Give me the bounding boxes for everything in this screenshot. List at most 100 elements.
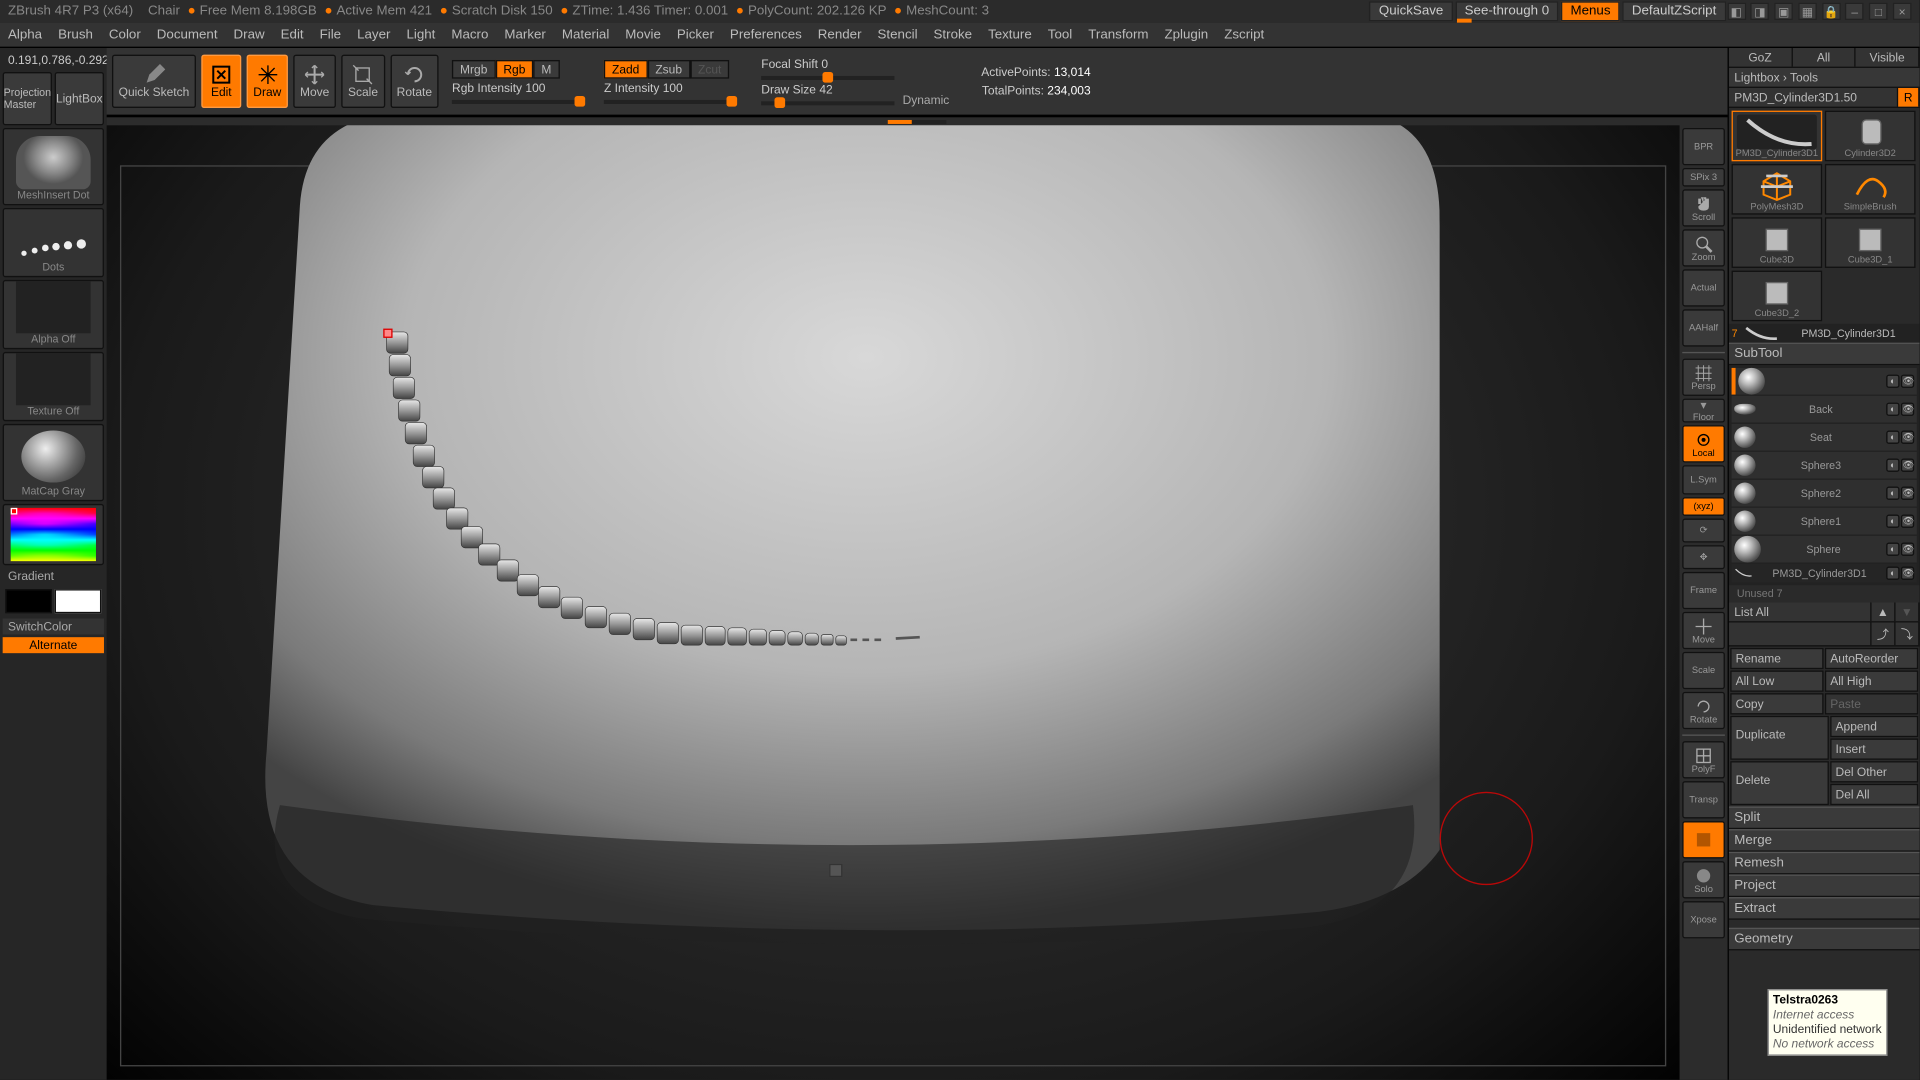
zsub-button[interactable]: Zsub (647, 59, 690, 78)
tool-item[interactable]: Cube3D (1732, 217, 1823, 268)
tool-name-field[interactable]: PM3D_Cylinder3D1.50 (1729, 88, 1898, 107)
m-button[interactable]: M (533, 59, 559, 78)
autoreorder-button[interactable]: AutoReorder (1825, 648, 1918, 669)
del-other-button[interactable]: Del Other (1830, 761, 1918, 782)
menu-brush[interactable]: Brush (58, 27, 93, 42)
rename-button[interactable]: Rename (1730, 648, 1823, 669)
zcut-button[interactable]: Zcut (690, 59, 729, 78)
menu-marker[interactable]: Marker (504, 27, 545, 42)
menu-color[interactable]: Color (109, 27, 141, 42)
subtool-reorder-up-icon[interactable]: ⤴ (1872, 623, 1896, 646)
xyz-button[interactable]: (xyz) (1682, 497, 1725, 516)
tool-item[interactable]: Cylinder3D2 (1825, 111, 1916, 162)
extract-section[interactable]: Extract (1729, 897, 1920, 920)
menu-file[interactable]: File (320, 27, 341, 42)
layout-btn-3[interactable]: ▣ (1774, 3, 1793, 20)
tool-item[interactable]: Cube3D_2 (1732, 271, 1823, 322)
subtool-item[interactable]: Sphere2 ◐👁 (1732, 480, 1917, 507)
menu-preferences[interactable]: Preferences (730, 27, 802, 42)
append-button[interactable]: Append (1830, 716, 1918, 737)
dynamic-label[interactable]: Dynamic (903, 93, 950, 106)
material-selector[interactable]: MatCap Gray (3, 424, 104, 501)
close-icon[interactable]: × (1893, 3, 1912, 20)
split-section[interactable]: Split (1729, 806, 1920, 829)
quicksave-button[interactable]: QuickSave (1370, 1, 1453, 21)
menu-zplugin[interactable]: Zplugin (1165, 27, 1209, 42)
maximize-icon[interactable]: □ (1869, 3, 1888, 20)
breadcrumb[interactable]: Lightbox › Tools (1729, 68, 1920, 88)
edit-button[interactable]: Edit (201, 55, 241, 108)
remesh-section[interactable]: Remesh (1729, 852, 1920, 875)
insert-button[interactable]: Insert (1830, 738, 1918, 759)
menu-draw[interactable]: Draw (234, 27, 265, 42)
subtool-item[interactable]: Seat ◐👁 (1732, 424, 1917, 451)
rot-lock-button[interactable]: ⟳ (1682, 519, 1725, 543)
vis-toggle-icon[interactable]: 👁 (1901, 375, 1914, 388)
persp-button[interactable]: Persp (1682, 359, 1725, 396)
all-high-button[interactable]: All High (1825, 670, 1918, 691)
local-button[interactable]: Local (1682, 425, 1725, 462)
rgb-button[interactable]: Rgb (495, 59, 533, 78)
menu-document[interactable]: Document (157, 27, 218, 42)
merge-section[interactable]: Merge (1729, 829, 1920, 852)
move-button[interactable]: Move (293, 55, 336, 108)
layout-btn-1[interactable]: ◧ (1727, 3, 1746, 20)
del-all-button[interactable]: Del All (1830, 784, 1918, 805)
gizmo-handle[interactable] (829, 864, 842, 877)
layout-btn-2[interactable]: ◨ (1751, 3, 1770, 20)
zadd-button[interactable]: Zadd (604, 59, 647, 78)
menu-picker[interactable]: Picker (677, 27, 714, 42)
color-swatches[interactable] (3, 587, 104, 616)
subtool-item[interactable]: Back ◐👁 (1732, 396, 1917, 423)
texture-selector[interactable]: Texture Off (3, 352, 104, 421)
floor-button[interactable]: ▾Floor (1682, 399, 1725, 423)
subtool-item[interactable]: Sphere ◐👁 (1732, 536, 1917, 563)
stroke-selector[interactable]: Dots (3, 208, 104, 277)
menu-macro[interactable]: Macro (451, 27, 488, 42)
mrgb-button[interactable]: Mrgb (452, 59, 495, 78)
bpr-button[interactable]: BPR (1682, 128, 1725, 165)
frame-button[interactable]: Frame (1682, 572, 1725, 609)
menu-stencil[interactable]: Stencil (878, 27, 918, 42)
goz-all-button[interactable]: All (1792, 48, 1856, 67)
zscript-label[interactable]: DefaultZScript (1622, 1, 1725, 21)
subtool-header[interactable]: SubTool (1729, 343, 1920, 366)
ghost-button[interactable] (1682, 821, 1725, 858)
menu-movie[interactable]: Movie (625, 27, 661, 42)
menu-layer[interactable]: Layer (357, 27, 390, 42)
menu-texture[interactable]: Texture (988, 27, 1032, 42)
quicksketch-button[interactable]: Quick Sketch (112, 55, 196, 108)
project-section[interactable]: Project (1729, 874, 1920, 897)
menu-material[interactable]: Material (562, 27, 609, 42)
nav-rotate-button[interactable]: Rotate (1682, 692, 1725, 729)
all-low-button[interactable]: All Low (1730, 670, 1823, 691)
copy-button[interactable]: Copy (1730, 693, 1823, 714)
z-intensity-slider[interactable]: Z Intensity 100 (604, 81, 737, 104)
delete-button[interactable]: Delete (1730, 761, 1829, 805)
draw-size-slider[interactable]: Draw Size 42 (761, 83, 894, 106)
menus-button[interactable]: Menus (1561, 1, 1620, 21)
actual-button[interactable]: Actual (1682, 269, 1725, 306)
tool-item[interactable]: SimpleBrush (1825, 164, 1916, 215)
menu-light[interactable]: Light (406, 27, 435, 42)
focal-shift-slider[interactable]: Focal Shift 0 (761, 57, 894, 80)
projection-master-button[interactable]: Projection Master (3, 72, 52, 125)
solo-button[interactable]: Solo (1682, 861, 1725, 898)
tool-item[interactable]: Cube3D_1 (1825, 217, 1916, 268)
draw-button[interactable]: Draw (247, 55, 288, 108)
alternate-button[interactable]: Alternate (3, 637, 104, 653)
spix-button[interactable]: SPix 3 (1682, 168, 1725, 187)
alpha-selector[interactable]: Alpha Off (3, 280, 104, 349)
geometry-section[interactable]: Geometry (1729, 928, 1920, 951)
menu-zscript[interactable]: Zscript (1224, 27, 1264, 42)
goz-visible-button[interactable]: Visible (1856, 48, 1920, 67)
layout-btn-4[interactable]: ▦ (1798, 3, 1817, 20)
duplicate-button[interactable]: Duplicate (1730, 716, 1829, 760)
subtool-down-icon[interactable]: ▼ (1896, 603, 1920, 622)
viewport[interactable] (107, 125, 1680, 1079)
transp-button[interactable]: Transp (1682, 781, 1725, 818)
list-all-button[interactable]: List All (1729, 603, 1872, 622)
menu-alpha[interactable]: Alpha (8, 27, 42, 42)
seethrough-slider[interactable]: See-through 0 (1455, 1, 1558, 21)
brush-selector[interactable]: MeshInsert Dot (3, 128, 104, 205)
